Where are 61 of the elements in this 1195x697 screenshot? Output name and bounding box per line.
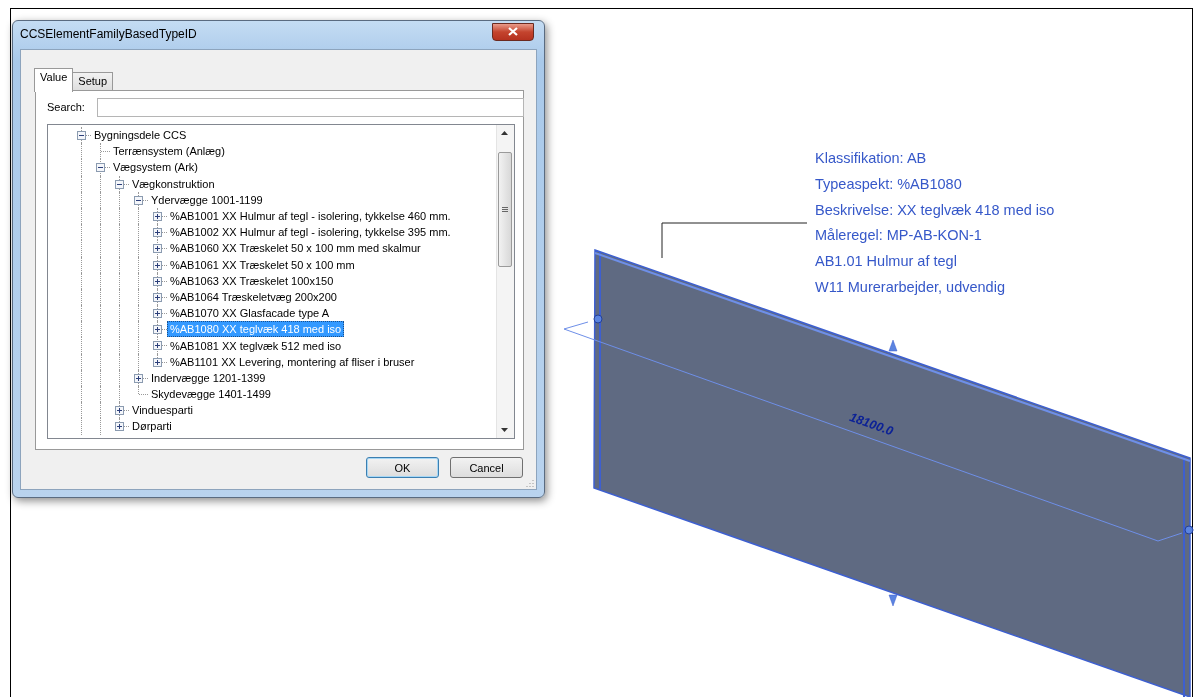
tree-item[interactable]: %AB1001 XX Hulmur af tegl - isolering, tykkelse 460 mm. [167, 208, 454, 225]
scroll-up-icon[interactable] [501, 131, 508, 135]
tree-item[interactable]: Indervægge 1201-1399 [148, 369, 269, 386]
tree-item[interactable]: Dørparti [129, 418, 175, 435]
tree-item[interactable]: %AB1060 XX Træskelet 50 x 100 mm med skalmur [167, 240, 424, 257]
cancel-button[interactable]: Cancel [450, 457, 523, 478]
tree-item[interactable]: %AB1061 XX Træskelet 50 x 100 mm [167, 256, 358, 273]
plus-box-icon[interactable] [153, 325, 162, 335]
resize-grip-icon[interactable] [525, 478, 534, 487]
grip-handle[interactable] [593, 314, 603, 324]
tag-text: AB1.01 Hulmur af tegl [815, 252, 958, 272]
tab[interactable]: Value [34, 68, 74, 92]
scroll-down-icon[interactable] [501, 428, 508, 432]
tree-item[interactable]: Skydevægge 1401-1499 [148, 386, 274, 403]
tree-item[interactable]: %AB1063 XX Træskelet 100x150 [167, 272, 337, 289]
plus-box-icon[interactable] [115, 422, 124, 432]
plus-box-icon[interactable] [115, 406, 124, 416]
minus-box-icon[interactable] [115, 179, 124, 189]
flip-arrow-icon[interactable] [888, 339, 898, 352]
tree-item[interactable]: %AB1070 XX Glasfacade type A [167, 305, 332, 322]
tree-item[interactable]: Vinduesparti [129, 402, 196, 419]
grip-icon [502, 207, 508, 212]
flip-arrow-icon[interactable] [888, 594, 898, 607]
plus-box-icon[interactable] [153, 276, 162, 286]
tag-text: W11 Murerarbejder, udvendig [815, 278, 1006, 297]
tag-text: Beskrivelse: XX teglvæk 418 med iso [815, 200, 1055, 220]
tree-item[interactable]: %AB1002 XX Hulmur af tegl - isolering, tykkelse 395 mm. [167, 224, 454, 241]
minus-box-icon[interactable] [77, 131, 86, 140]
minus-box-icon[interactable] [96, 163, 105, 173]
tree-item[interactable]: Vægsystem (Ark) [110, 159, 201, 176]
plus-box-icon[interactable] [134, 373, 143, 383]
tree-item[interactable]: %AB1081 XX teglvæk 512 med iso [167, 337, 345, 354]
scrollbar[interactable] [496, 125, 514, 438]
close-icon [508, 27, 518, 36]
tree-item[interactable]: %AB1101 XX Levering, montering af fliser i bruser [167, 353, 418, 370]
plus-box-icon[interactable] [153, 309, 162, 319]
ok-button[interactable]: OK [366, 457, 439, 478]
tree-item[interactable]: %AB1064 Træskeletvæg 200x200 [167, 288, 340, 305]
tag-text: Klassifikation: AB [815, 149, 928, 168]
tag-text: Måleregel: MP-AB-KON-1 [815, 226, 983, 246]
dimension-line[interactable] [563, 321, 1183, 542]
plus-box-icon[interactable] [153, 357, 162, 367]
close-button[interactable] [492, 22, 534, 41]
window-title: CCSElementFamilyBasedTypeID [20, 26, 197, 41]
tree-item[interactable]: Ydervægge 1001-1199 [148, 191, 266, 208]
plus-box-icon[interactable] [153, 244, 162, 254]
tree-item[interactable]: Terrænsystem (Anlæg) [110, 143, 228, 160]
minus-box-icon[interactable] [134, 195, 143, 205]
plus-box-icon[interactable] [153, 228, 162, 238]
tag-text: Typeaspekt: %AB1080 [815, 174, 963, 194]
plus-box-icon[interactable] [153, 341, 162, 351]
scrollbar-thumb[interactable] [498, 152, 512, 267]
wall-drawing[interactable] [593, 248, 1191, 697]
tree-item[interactable]: Vægkonstruktion [129, 175, 218, 192]
grip-handle[interactable] [1184, 525, 1194, 535]
search-label: Search: [47, 101, 85, 113]
plus-box-icon[interactable] [153, 260, 162, 270]
plus-box-icon[interactable] [153, 211, 162, 221]
search-field[interactable] [97, 98, 524, 117]
tree-item[interactable]: Bygningsdele CCS [91, 127, 190, 144]
plus-box-icon[interactable] [153, 292, 162, 302]
